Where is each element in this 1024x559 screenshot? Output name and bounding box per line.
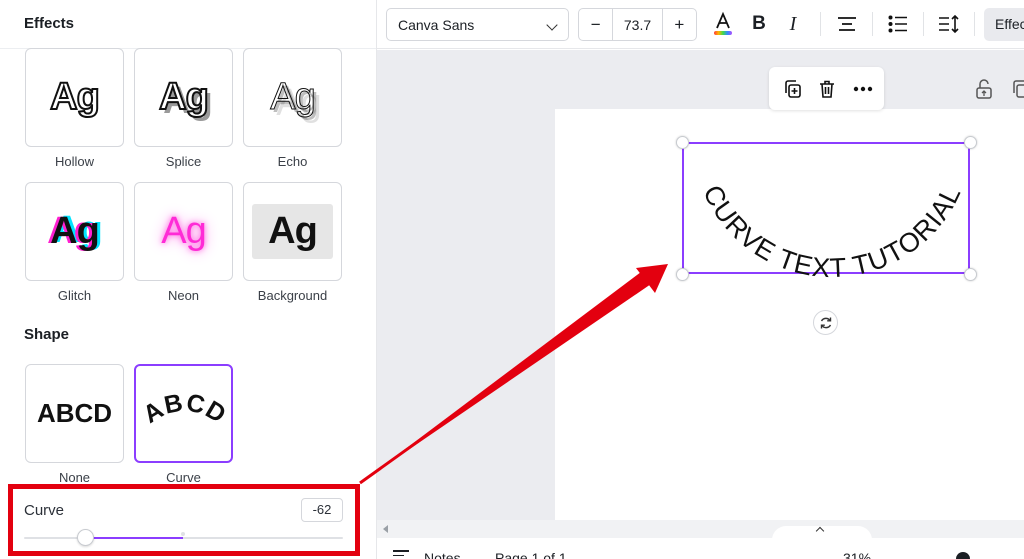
panel-title: Effects [24,15,75,32]
splice-effect-preview-icon: Ag [158,75,210,119]
shape-none-preview-icon: ABCD [36,398,113,428]
annotation-highlight-box [8,484,360,556]
zoom-slider-thumb[interactable] [956,552,970,559]
duplicate-icon[interactable] [781,78,803,100]
toolbar-divider [974,12,975,36]
unlock-icon[interactable] [973,78,995,100]
status-bar: Notes Page 1 of 1 31% [377,538,1024,559]
element-floating-toolbar [769,67,884,110]
font-family-value: Canva Sans [398,17,475,33]
page-indicator: Page 1 of 1 [495,550,567,559]
effect-label: Echo [277,154,308,169]
list-icon[interactable] [884,10,912,38]
rotate-handle[interactable] [813,310,838,335]
toolbar-divider [923,12,924,36]
chevron-down-icon [546,19,558,31]
font-size-stepper: − 73.7 + [578,8,697,41]
shape-label: None [58,470,91,485]
text-color-icon[interactable] [709,10,737,38]
decrease-font-size-button[interactable]: − [579,9,612,40]
svg-text:ABCD: ABCD [138,388,231,429]
neon-effect-preview-icon: Ag [161,210,206,252]
echo-effect-preview-icon: Ag [270,76,316,119]
delete-icon[interactable] [816,78,838,100]
resize-handle-top-right[interactable] [964,136,977,149]
effect-echo[interactable]: Ag [243,48,342,147]
increase-font-size-button[interactable]: + [663,9,696,40]
effect-neon[interactable]: Ag [134,182,233,281]
shape-none[interactable]: ABCD [25,364,124,463]
effect-label: Neon [167,288,200,303]
glitch-effect-preview-icon: Ag [50,210,100,252]
curved-text[interactable]: CURVE TEXT TUTORIAL [682,142,970,283]
effects-panel: Effects Ag Hollow Ag Splice Ag Echo Ag G… [0,0,377,559]
canva-editor: Effects Ag Hollow Ag Splice Ag Echo Ag G… [0,0,1024,559]
effect-label: Background [257,288,328,303]
panel-header: Effects [0,0,376,49]
effect-splice[interactable]: Ag [134,48,233,147]
effect-label: Splice [165,154,202,169]
shape-curve[interactable]: ABCD [134,364,233,463]
toolbar-divider [872,12,873,36]
italic-icon[interactable]: I [779,10,807,38]
effect-label: Glitch [57,288,92,303]
font-size-input[interactable]: 73.7 [612,9,663,40]
hollow-effect-preview-icon: Ag [49,75,101,119]
more-icon[interactable] [852,78,874,100]
chevron-up-icon [815,526,825,536]
scroll-left-arrow-icon[interactable] [383,525,388,533]
resize-handle-bottom-left[interactable] [676,268,689,281]
design-canvas: CURVE TEXT TUTORIAL [377,50,1024,520]
effect-hollow[interactable]: Ag [25,48,124,147]
notes-icon[interactable] [393,550,409,559]
shape-curve-preview-icon: ABCD [138,388,231,429]
effect-glitch[interactable]: Ag [25,182,124,281]
resize-handle-top-left[interactable] [676,136,689,149]
effect-label: Hollow [54,154,94,169]
zoom-level[interactable]: 31% [843,550,871,559]
effects-button[interactable]: Effects [984,8,1024,41]
duplicate-page-icon[interactable] [1009,78,1024,100]
notes-button[interactable]: Notes [424,550,461,559]
align-center-icon[interactable] [833,10,861,38]
rotate-icon [820,317,831,328]
resize-handle-bottom-right[interactable] [964,268,977,281]
spacing-icon[interactable] [935,10,963,38]
bold-icon[interactable]: B [745,10,773,38]
toolbar-divider [820,12,821,36]
background-effect-preview-icon: Ag [268,210,318,252]
shape-label: Curve [166,470,201,485]
font-family-dropdown[interactable]: Canva Sans [386,8,569,41]
shape-section-title: Shape [24,326,70,343]
horizontal-scrollbar[interactable] [377,520,1024,540]
svg-text:CURVE TEXT TUTORIAL: CURVE TEXT TUTORIAL [697,180,967,283]
effect-background[interactable]: Ag [243,182,342,281]
text-toolbar: Canva Sans − 73.7 + B I Effec [377,0,1024,49]
